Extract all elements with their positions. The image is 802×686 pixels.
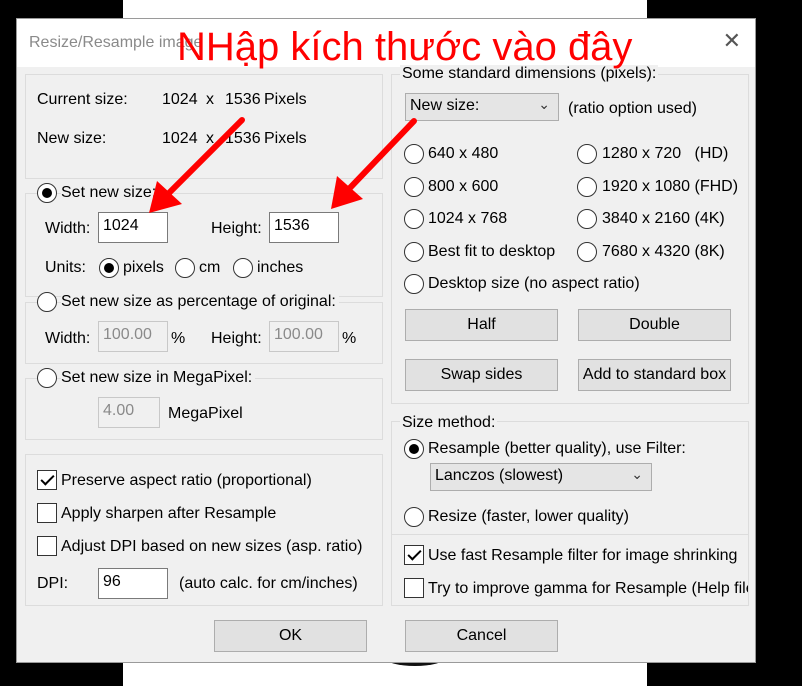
arrow-width-icon (164, 117, 245, 198)
annotation-arrows (149, 117, 417, 213)
arrow-height-icon (344, 118, 417, 194)
resize-dialog: Resize/Resample image ✕ Current size: 10… (16, 18, 756, 663)
